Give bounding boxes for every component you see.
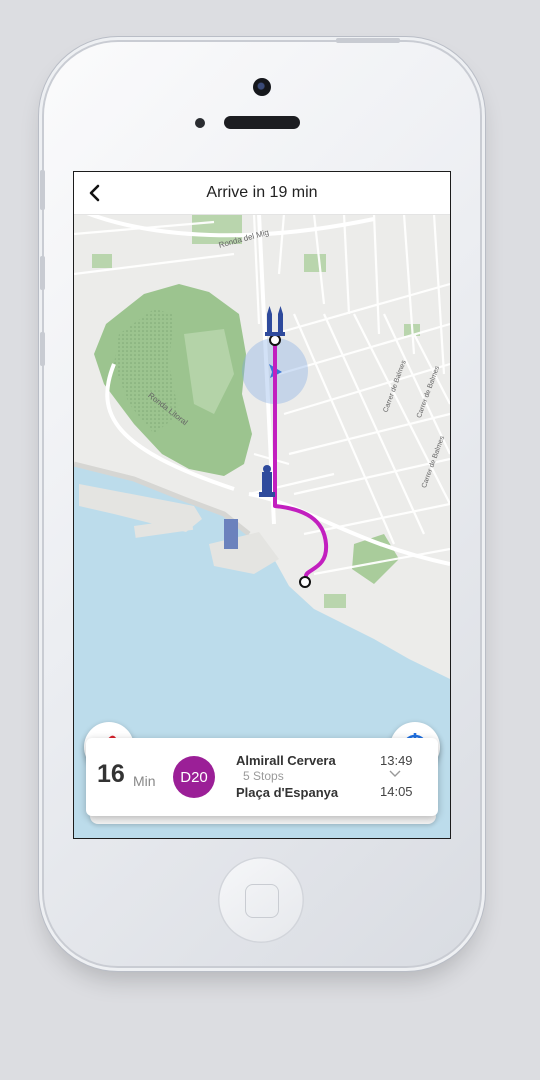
proximity-sensor: [195, 118, 205, 128]
volume-down-button: [40, 332, 45, 366]
origin-marker: [299, 576, 311, 588]
destination-stop-name: Plaça d'Espanya: [236, 785, 339, 800]
power-button: [336, 38, 400, 43]
bus-line-badge: D20: [173, 756, 215, 798]
arrival-time: 14:05: [380, 784, 413, 799]
app-screen: Arrive in 19 min Ronda del Mig Ronda Lit…: [73, 171, 451, 839]
front-camera: [253, 78, 271, 96]
trip-duration-unit: Min: [133, 773, 156, 789]
origin-stop-name: Almirall Cervera: [236, 753, 336, 768]
stops-count: 5 Stops: [243, 769, 284, 783]
route-summary-card[interactable]: 16 Min D20 Almirall Cervera 5 Stops Plaç…: [86, 738, 438, 816]
top-bar: Arrive in 19 min: [74, 172, 450, 215]
earpiece-speaker: [224, 116, 300, 129]
volume-up-button: [40, 256, 45, 290]
chevron-down-icon: [389, 770, 401, 777]
hotel-icon: [224, 519, 238, 549]
mute-switch: [40, 170, 45, 210]
departure-time: 13:49: [380, 753, 413, 768]
page-title: Arrive in 19 min: [206, 184, 318, 201]
trip-duration-value: 16: [97, 760, 125, 788]
destination-marker: [269, 334, 281, 346]
home-button-icon: [245, 884, 279, 918]
